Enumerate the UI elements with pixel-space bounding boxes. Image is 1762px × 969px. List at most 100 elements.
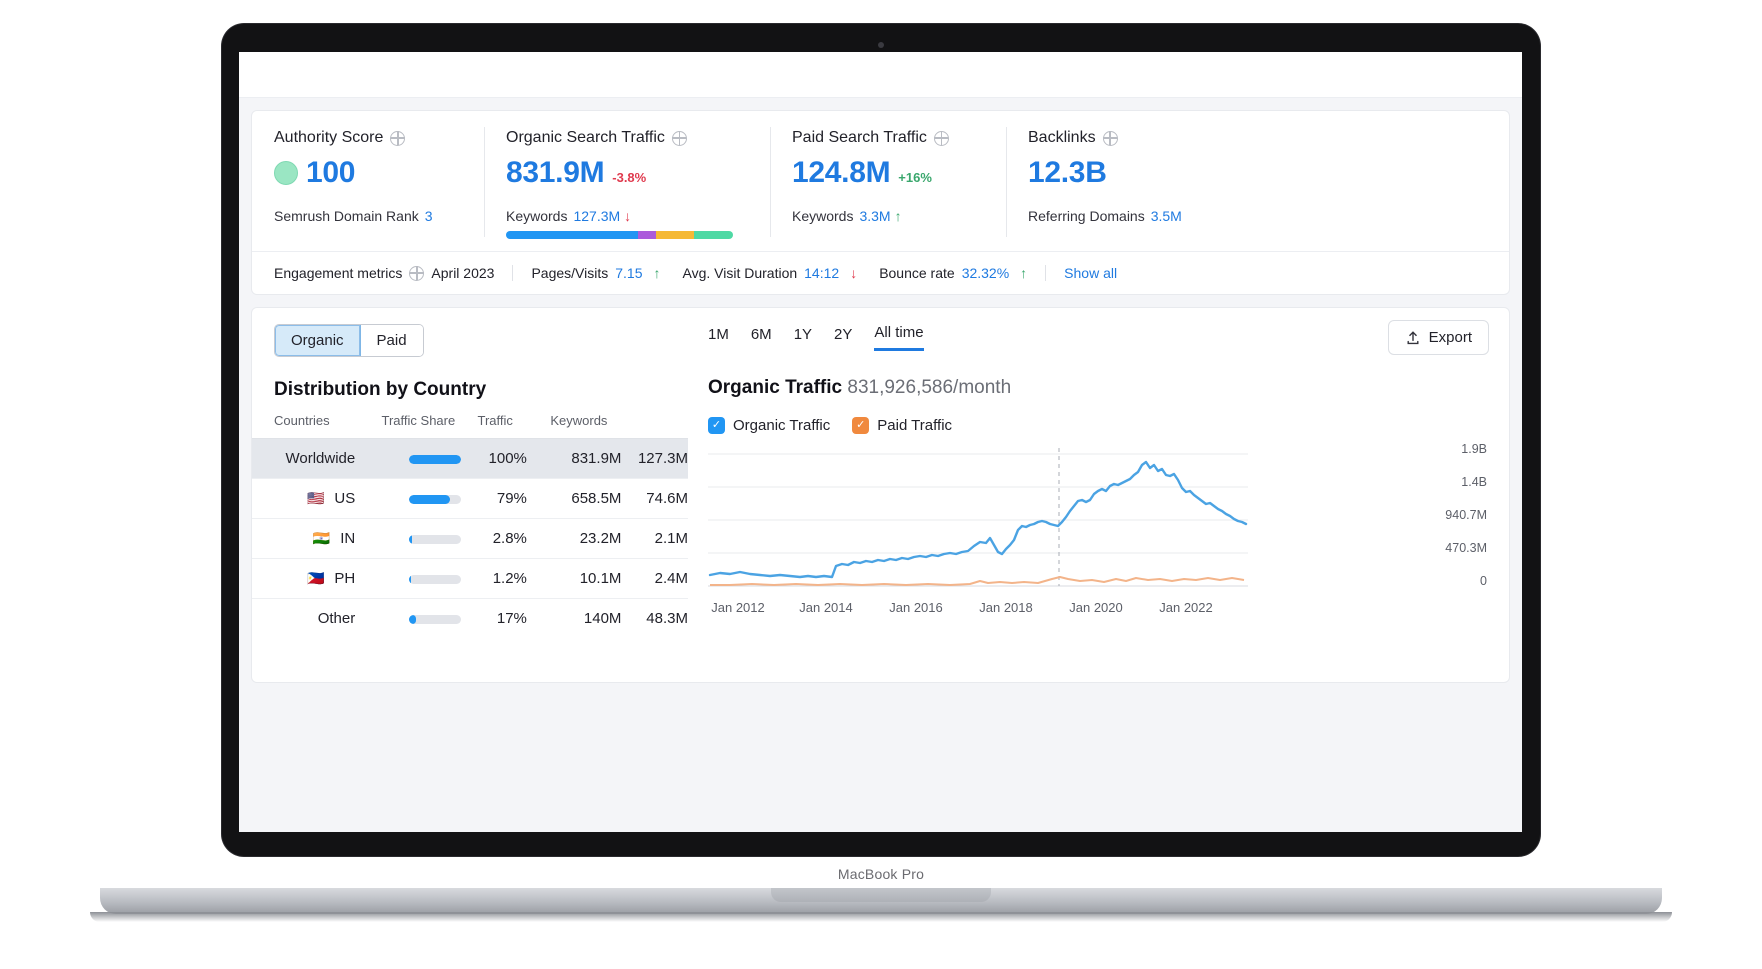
x-tick-3: Jan 2018 [979,600,1033,615]
x-tick-5: Jan 2022 [1159,600,1213,615]
globe-info-icon[interactable] [409,265,425,281]
globe-info-icon[interactable] [671,130,687,146]
globe-info-icon[interactable] [390,130,406,146]
country-label: PH [334,570,356,587]
cell-traffic[interactable]: 658.5M [526,478,622,519]
table-row[interactable]: Worldwide 100% 831.9M 127.3M [252,438,688,479]
x-tick-2: Jan 2016 [889,600,943,615]
traffic-share-bar [409,614,462,624]
engagement-label-group: Engagement metrics April 2023 [274,265,494,281]
cell-keywords: 127.3M [621,438,688,479]
time-range-tabs: 1M 6M 1Y 2Y All time [708,324,1489,351]
checkbox-organic-traffic[interactable]: ✓ [708,417,725,434]
globe-info-icon[interactable] [1102,130,1118,146]
metric-value-row: 100 [274,156,462,190]
tab-organic[interactable]: Organic [275,325,361,356]
cell-traffic: 140M [526,598,622,638]
engagement-item-label: Bounce rate [879,265,955,281]
chart-header-value: 831,926,586/month [847,377,1012,398]
metric-authority-score[interactable]: Authority Score 100 Semrush Domain Rank 3 [252,125,484,241]
metric-sub-label: Referring Domains [1028,208,1145,224]
checkbox-paid-traffic[interactable]: ✓ [852,417,870,434]
metric-value: 124.8M [792,156,891,189]
export-button[interactable]: Export [1387,320,1489,355]
range-6m[interactable]: 6M [751,326,772,350]
range-1m[interactable]: 1M [708,326,729,350]
cell-traffic[interactable]: 23.2M [526,518,622,559]
metric-title: Paid Search Traffic [792,129,984,147]
column-header-traffic[interactable]: Traffic [461,413,527,439]
engagement-item-label: Avg. Visit Duration [682,265,798,281]
distribution-title: Distribution by Country [274,379,487,400]
laptop-screen: Authority Score 100 Semrush Domain Rank 3 [239,52,1522,832]
engagement-metrics-row: Engagement metrics April 2023 Pages/Visi… [252,251,1509,294]
traffic-share-bar [409,454,462,464]
column-header-countries[interactable]: Countries [252,413,355,439]
cell-traffic-share-bar [355,518,462,559]
legend-label: Organic Traffic [733,417,831,434]
traffic-line-chart[interactable]: 1.9B 1.4B 940.7M 470.3M 0 Jan 2012 Jan 2… [708,442,1489,615]
cell-traffic[interactable]: 10.1M [526,558,622,599]
keyword-bar-segment-3 [655,231,695,239]
cell-share-pct: 17% [461,598,527,638]
flag-icon-in: 🇮🇳 [312,530,331,546]
metric-sub-value: 3 [424,208,433,224]
metric-backlinks[interactable]: Backlinks 12.3B Referring Domains 3.5M [1006,125,1246,241]
metric-organic-search-traffic[interactable]: Organic Search Traffic 831.9M -3.8% Keyw… [484,125,770,241]
upload-icon [1407,331,1419,344]
range-all-time[interactable]: All time [874,324,924,351]
chart-panel: 1M 6M 1Y 2Y All time Export Organic Traf… [688,308,1509,682]
chart-legend: ✓ Organic Traffic ✓ Paid Traffic [708,417,1489,434]
cell-keywords[interactable]: 2.4M [621,558,688,599]
traffic-analysis-card: Organic Paid Distribution by Country Cou… [251,307,1510,683]
tab-paid[interactable]: Paid [360,325,423,356]
metric-value: 100 [306,156,356,189]
cell-country: Other [252,598,356,638]
column-header-traffic-share[interactable]: Traffic Share [355,413,461,439]
engagement-item-bounce-rate[interactable]: Bounce rate 32.32% ↑ [879,265,1027,281]
metric-title-label: Organic Search Traffic [506,129,665,146]
cell-keywords[interactable]: 2.1M [621,518,688,559]
show-all-link[interactable]: Show all [1064,265,1117,281]
cell-country: Worldwide [252,438,356,479]
y-tick-4: 1.9B [1461,442,1487,456]
range-1y[interactable]: 1Y [794,326,812,350]
column-header-keywords[interactable]: Keywords [527,413,622,439]
traffic-share-bar [409,494,462,504]
legend-item-paid-traffic[interactable]: ✓ Paid Traffic [852,417,952,434]
distribution-panel: Organic Paid Distribution by Country Cou… [252,308,688,682]
x-tick-1: Jan 2014 [799,600,853,615]
chart-svg [708,448,1248,587]
y-tick-1: 470.3M [1445,541,1487,555]
metric-paid-search-traffic[interactable]: Paid Search Traffic 124.8M +16% Keywords… [770,125,1006,241]
keyword-bar-segment-2 [637,231,656,239]
table-row[interactable]: Other 17% 140M 48.3M [252,598,688,638]
range-2y[interactable]: 2Y [834,326,852,350]
metric-sub-label: Keywords [792,208,854,224]
globe-info-icon[interactable] [933,130,949,146]
organic-paid-toggle[interactable]: Organic Paid [274,324,424,357]
country-label: IN [340,530,356,547]
table-row[interactable]: 🇵🇭 PH 1.2% 10.1M 2.4M [252,558,688,599]
engagement-item-avg-visit-duration[interactable]: Avg. Visit Duration 14:12 ↓ [682,265,857,281]
webcam-icon [878,42,884,48]
y-tick-3: 1.4B [1461,475,1487,489]
metric-title-label: Authority Score [274,129,384,146]
metric-value-row: 831.9M -3.8% [506,156,748,190]
trend-down-icon: ↓ [624,208,632,224]
cell-traffic-share-bar [355,478,462,519]
engagement-item-pages-visits[interactable]: Pages/Visits 7.15 ↑ [531,265,660,281]
semrush-domain-overview-page: Authority Score 100 Semrush Domain Rank 3 [239,52,1522,832]
engagement-item-value: 7.15 [615,265,643,281]
export-button-label: Export [1428,329,1472,346]
cell-keywords[interactable]: 74.6M [621,478,688,519]
metric-subline: Keywords 127.3M ↓ [506,208,748,224]
cell-traffic: 831.9M [526,438,622,479]
legend-item-organic-traffic[interactable]: ✓ Organic Traffic [708,417,830,434]
table-row[interactable]: 🇺🇸 US 79% 658.5M 74.6M [252,478,688,519]
cell-traffic-share-bar [355,598,462,638]
table-row[interactable]: 🇮🇳 IN 2.8% 23.2M 2.1M [252,518,688,559]
y-tick-0: 0 [1480,574,1487,588]
metric-title-label: Paid Search Traffic [792,129,927,146]
device-label: MacBook Pro [837,866,925,882]
